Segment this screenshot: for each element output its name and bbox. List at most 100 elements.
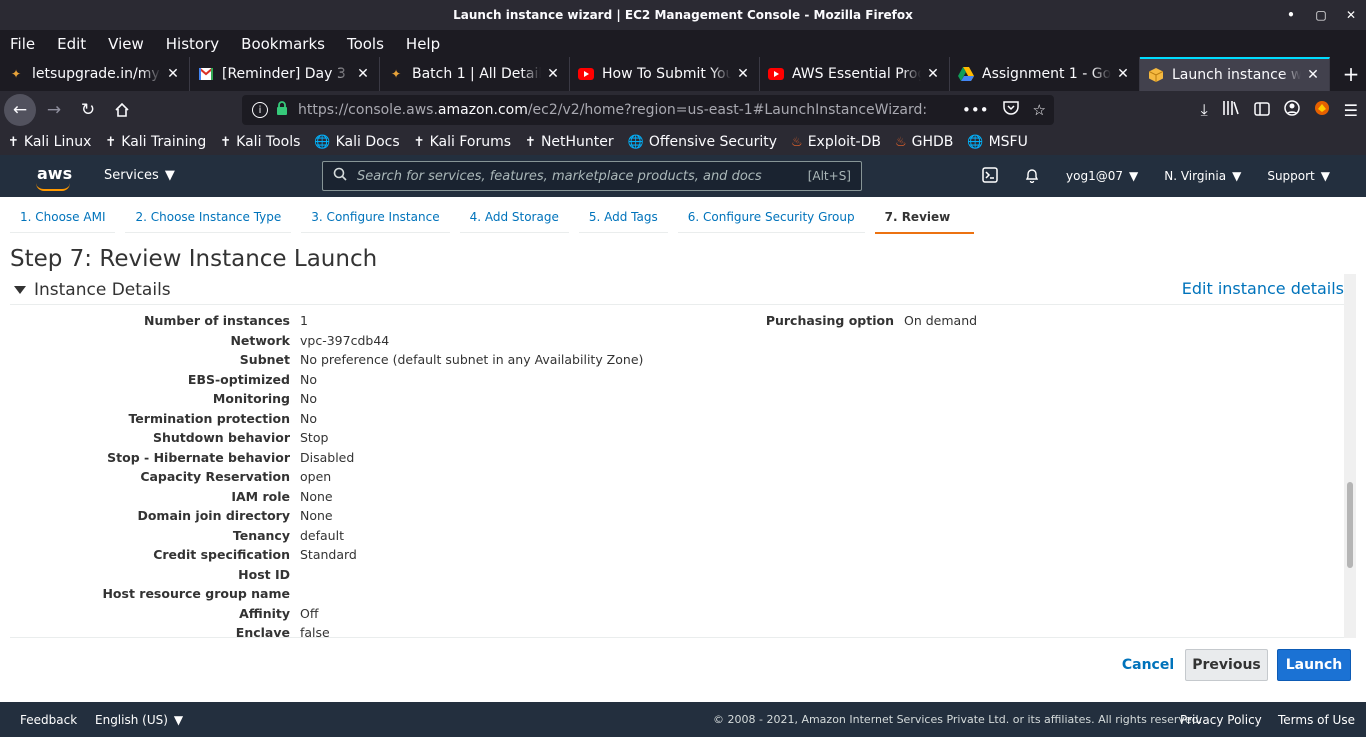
tab-label: Assignment 1 - Goo bbox=[982, 66, 1111, 82]
bookmark-nethunter[interactable]: ✝ NetHunter bbox=[525, 134, 614, 150]
language-selector[interactable]: English (US) ▼ bbox=[95, 713, 183, 727]
bookmark-ghdb[interactable]: ♨ GHDB bbox=[895, 134, 953, 150]
previous-button[interactable]: Previous bbox=[1185, 649, 1268, 681]
tab-batch1[interactable]: ✦ Batch 1 | All Details ✕ bbox=[380, 57, 570, 91]
tab-youtube-submit[interactable]: How To Submit Your ✕ bbox=[570, 57, 760, 91]
extension-icon[interactable] bbox=[1314, 100, 1330, 120]
account-icon[interactable] bbox=[1283, 100, 1300, 120]
bookmark-kali-linux[interactable]: ✝ Kali Linux bbox=[8, 134, 91, 150]
youtube-icon bbox=[768, 66, 784, 82]
bookmark-label: GHDB bbox=[911, 134, 954, 150]
drive-icon bbox=[958, 66, 974, 82]
pocket-icon[interactable] bbox=[1002, 100, 1019, 120]
home-button[interactable] bbox=[106, 94, 138, 126]
tab-close-icon[interactable]: ✕ bbox=[1305, 67, 1321, 83]
menu-view[interactable]: View bbox=[108, 35, 144, 53]
instance-details-header[interactable]: Instance Details Edit instance details bbox=[10, 279, 1344, 305]
detail-value: false bbox=[300, 625, 330, 638]
menu-tools[interactable]: Tools bbox=[347, 35, 384, 53]
step-choose-instance-type[interactable]: 2. Choose Instance Type bbox=[125, 210, 292, 233]
edit-instance-details-link[interactable]: Edit instance details bbox=[1182, 279, 1344, 298]
tab-label: letsupgrade.in/my-p bbox=[32, 66, 161, 82]
privacy-policy-link[interactable]: Privacy Policy bbox=[1180, 713, 1262, 727]
launch-button[interactable]: Launch bbox=[1277, 649, 1351, 681]
step-configure-security-group[interactable]: 6. Configure Security Group bbox=[677, 210, 865, 233]
bookmark-msfu[interactable]: 🌐 MSFU bbox=[967, 134, 1027, 150]
step-add-storage[interactable]: 4. Add Storage bbox=[459, 210, 569, 233]
detail-row: Domain join directory None bbox=[10, 508, 1344, 526]
sidebar-icon[interactable] bbox=[1253, 101, 1270, 120]
step-add-tags[interactable]: 5. Add Tags bbox=[578, 210, 668, 233]
forward-button[interactable]: → bbox=[38, 94, 70, 126]
detail-value: vpc-397cdb44 bbox=[300, 332, 390, 348]
tab-launch-instance[interactable]: Launch instance wiz ✕ bbox=[1140, 57, 1330, 91]
window-controls: • ▢ ✕ bbox=[1284, 0, 1358, 30]
detail-row: Tenancy default bbox=[10, 528, 1344, 546]
tab-close-icon[interactable]: ✕ bbox=[925, 66, 941, 82]
bookmark-star-icon[interactable]: ☆ bbox=[1033, 101, 1046, 119]
more-actions-icon[interactable]: ••• bbox=[962, 101, 989, 119]
account-menu[interactable]: yog1@07 ▼ bbox=[1066, 169, 1138, 183]
terms-of-use-link[interactable]: Terms of Use bbox=[1278, 713, 1355, 727]
menu-bookmarks[interactable]: Bookmarks bbox=[241, 35, 325, 53]
menu-edit[interactable]: Edit bbox=[57, 35, 86, 53]
downloads-icon[interactable]: ⤓ bbox=[1201, 100, 1208, 120]
bookmark-exploit-db[interactable]: ♨ Exploit-DB bbox=[791, 134, 881, 150]
url-bar[interactable]: i https://console.aws. amazon.com/ec2/v2/… bbox=[242, 95, 1054, 125]
reload-button[interactable]: ↻ bbox=[72, 94, 104, 126]
tab-assignment[interactable]: Assignment 1 - Goo ✕ bbox=[950, 57, 1140, 91]
tab-close-icon[interactable]: ✕ bbox=[355, 66, 371, 82]
tab-gmail[interactable]: [Reminder] Day 3 - ✕ bbox=[190, 57, 380, 91]
detail-row: IAM role None bbox=[10, 489, 1344, 507]
hamburger-menu-icon[interactable]: ☰ bbox=[1344, 101, 1358, 120]
tab-letsupgrade[interactable]: ✦ letsupgrade.in/my-p ✕ bbox=[0, 57, 190, 91]
step-configure-instance[interactable]: 3. Configure Instance bbox=[301, 210, 450, 233]
library-icon[interactable] bbox=[1222, 100, 1240, 120]
tab-close-icon[interactable]: ✕ bbox=[545, 66, 561, 82]
info-icon[interactable]: i bbox=[252, 102, 268, 118]
close-icon[interactable]: ✕ bbox=[1344, 8, 1358, 22]
tab-youtube-aws[interactable]: AWS Essential Prog ✕ bbox=[760, 57, 950, 91]
tab-label: Launch instance wiz bbox=[1172, 67, 1301, 83]
detail-value: default bbox=[300, 527, 344, 543]
detail-value: No bbox=[300, 371, 317, 387]
services-menu[interactable]: Services ▼ bbox=[104, 168, 175, 183]
detail-row: Host resource group name bbox=[10, 586, 1344, 604]
minimize-icon[interactable]: • bbox=[1284, 8, 1298, 22]
tab-close-icon[interactable]: ✕ bbox=[1115, 66, 1131, 82]
detail-row-purchasing-option: Purchasing option On demand bbox=[10, 313, 1344, 331]
menu-history[interactable]: History bbox=[166, 35, 219, 53]
menu-file[interactable]: File bbox=[10, 35, 35, 53]
notifications-bell-icon[interactable] bbox=[1024, 167, 1040, 186]
bookmark-kali-tools[interactable]: ✝ Kali Tools bbox=[220, 134, 300, 150]
content-scrollbar[interactable] bbox=[1344, 274, 1356, 638]
tab-label: Batch 1 | All Details bbox=[412, 66, 541, 82]
lock-icon[interactable] bbox=[276, 101, 288, 119]
maximize-icon[interactable]: ▢ bbox=[1314, 8, 1328, 22]
back-button[interactable]: ← bbox=[4, 94, 36, 126]
feedback-link[interactable]: Feedback bbox=[20, 713, 77, 727]
step-review[interactable]: 7. Review bbox=[874, 210, 975, 234]
tab-close-icon[interactable]: ✕ bbox=[165, 66, 181, 82]
menu-help[interactable]: Help bbox=[406, 35, 440, 53]
bookmark-kali-docs[interactable]: 🌐 Kali Docs bbox=[314, 134, 399, 150]
support-menu[interactable]: Support ▼ bbox=[1267, 169, 1330, 183]
support-label: Support bbox=[1267, 169, 1315, 183]
step-choose-ami[interactable]: 1. Choose AMI bbox=[10, 210, 116, 233]
cloudshell-icon[interactable] bbox=[982, 166, 998, 186]
aws-search-input[interactable]: Search for services, features, marketpla… bbox=[322, 161, 862, 191]
scrollbar-thumb[interactable] bbox=[1347, 482, 1353, 568]
detail-value: None bbox=[300, 488, 333, 504]
aws-logo[interactable]: aws bbox=[37, 164, 72, 183]
url-domain: amazon.com bbox=[437, 102, 528, 118]
bookmark-kali-forums[interactable]: ✝ Kali Forums bbox=[414, 134, 511, 150]
detail-row: Monitoring No bbox=[10, 391, 1344, 409]
region-menu[interactable]: N. Virginia ▼ bbox=[1164, 169, 1241, 183]
bookmark-kali-training[interactable]: ✝ Kali Training bbox=[105, 134, 206, 150]
cancel-button[interactable]: Cancel bbox=[1118, 649, 1178, 681]
new-tab-button[interactable]: + bbox=[1336, 57, 1366, 91]
bookmark-label: Offensive Security bbox=[648, 134, 778, 150]
collapse-triangle-icon[interactable] bbox=[14, 286, 26, 294]
bookmark-offensive-security[interactable]: 🌐 Offensive Security bbox=[628, 134, 777, 150]
tab-close-icon[interactable]: ✕ bbox=[735, 66, 751, 82]
